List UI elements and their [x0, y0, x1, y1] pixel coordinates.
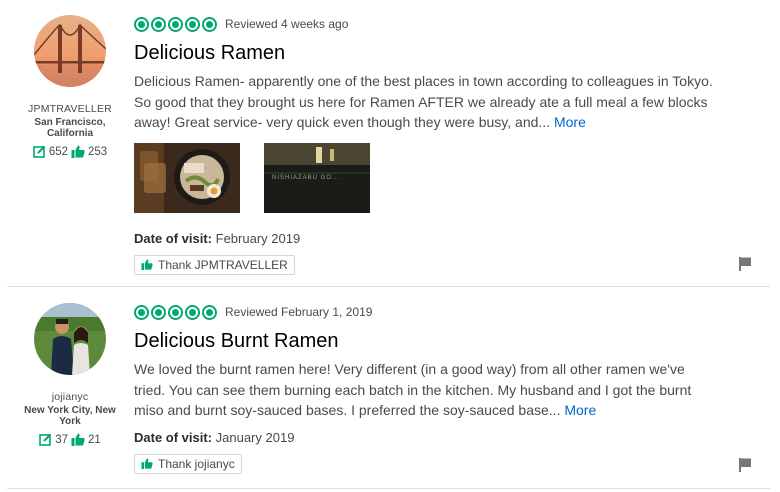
more-link[interactable]: More [564, 402, 596, 418]
member-counts: 652 253 [10, 145, 130, 158]
review-count-icon [33, 145, 46, 158]
member-counts: 37 21 [10, 433, 130, 446]
date-of-visit: Date of visit: February 2019 [134, 231, 734, 246]
thumbs-up-icon [141, 458, 153, 469]
rating-bubble-icon [202, 304, 217, 320]
member-username[interactable]: jojianyc [10, 391, 130, 403]
review-count: 37 [55, 433, 68, 446]
member-info: JPMTRAVELLER San Francisco, California 6… [10, 15, 130, 158]
review-card: JPMTRAVELLER San Francisco, California 6… [0, 0, 780, 287]
thank-label: Thank jojianyc [158, 456, 235, 471]
review-divider [7, 286, 770, 287]
thumbs-up-icon [71, 433, 85, 446]
flag-icon[interactable] [739, 458, 752, 472]
visit-label: Date of visit: [134, 230, 213, 246]
review-date: Reviewed February 1, 2019 [225, 305, 373, 319]
rating-bubble-icon [202, 16, 217, 32]
bubble-rating [134, 304, 217, 320]
thumbs-up-icon [71, 145, 85, 158]
rating-bubble-icon [168, 304, 183, 320]
review-title[interactable]: Delicious Burnt Ramen [134, 329, 734, 353]
ramen-bowl-photo-icon [134, 142, 240, 213]
review-content: Reviewed February 1, 2019 Delicious Burn… [134, 304, 734, 474]
member-location: New York City, New York [24, 405, 116, 427]
rating-bubble-icon [134, 304, 149, 320]
review-body: Delicious Ramen- apparently one of the b… [134, 71, 714, 133]
review-card: jojianyc New York City, New York 37 21 R… [0, 288, 780, 488]
review-divider [7, 488, 770, 489]
storefront-sign-text: NISHIAZABU GO... [272, 174, 341, 181]
thumbs-up-icon [141, 259, 153, 270]
thank-label: Thank JPMTRAVELLER [158, 257, 288, 272]
golden-gate-bridge-avatar [34, 15, 106, 87]
review-body-text: Delicious Ramen- apparently one of the b… [134, 73, 713, 130]
review-date: Reviewed 4 weeks ago [225, 17, 349, 31]
member-username[interactable]: JPMTRAVELLER [10, 103, 130, 115]
rating-bubble-icon [151, 16, 166, 32]
visit-date: January 2019 [215, 429, 295, 445]
visit-label: Date of visit: [134, 429, 213, 445]
review-count-icon [39, 433, 52, 446]
member-location: San Francisco, California [34, 117, 106, 139]
rating-bubble-icon [151, 304, 166, 320]
review-photos: NISHIAZABU GO... [134, 142, 734, 213]
visit-date: February 2019 [215, 230, 301, 246]
date-of-visit: Date of visit: January 2019 [134, 430, 734, 445]
flag-icon[interactable] [739, 257, 752, 271]
helpful-count: 253 [88, 145, 108, 158]
thank-button[interactable]: Thank JPMTRAVELLER [134, 254, 295, 275]
thank-button[interactable]: Thank jojianyc [134, 453, 242, 474]
review-photo-ramen[interactable] [134, 142, 240, 213]
review-content: Reviewed 4 weeks ago Delicious Ramen Del… [134, 16, 734, 275]
helpful-count: 21 [88, 433, 101, 446]
couple-photo-avatar [34, 303, 106, 375]
review-body-text: We loved the burnt ramen here! Very diff… [134, 361, 692, 418]
rating-row: Reviewed 4 weeks ago [134, 16, 734, 32]
rating-bubble-icon [185, 16, 200, 32]
rating-bubble-icon [185, 304, 200, 320]
review-body: We loved the burnt ramen here! Very diff… [134, 359, 714, 421]
member-info: jojianyc New York City, New York 37 21 [10, 303, 130, 446]
rating-row: Reviewed February 1, 2019 [134, 304, 734, 320]
avatar[interactable] [34, 303, 106, 375]
rating-bubble-icon [168, 16, 183, 32]
rating-bubble-icon [134, 16, 149, 32]
review-title[interactable]: Delicious Ramen [134, 41, 734, 65]
avatar[interactable] [34, 15, 106, 87]
bubble-rating [134, 16, 217, 32]
review-photo-storefront[interactable]: NISHIAZABU GO... [264, 142, 370, 213]
review-count: 652 [48, 145, 68, 158]
more-link[interactable]: More [554, 114, 586, 130]
